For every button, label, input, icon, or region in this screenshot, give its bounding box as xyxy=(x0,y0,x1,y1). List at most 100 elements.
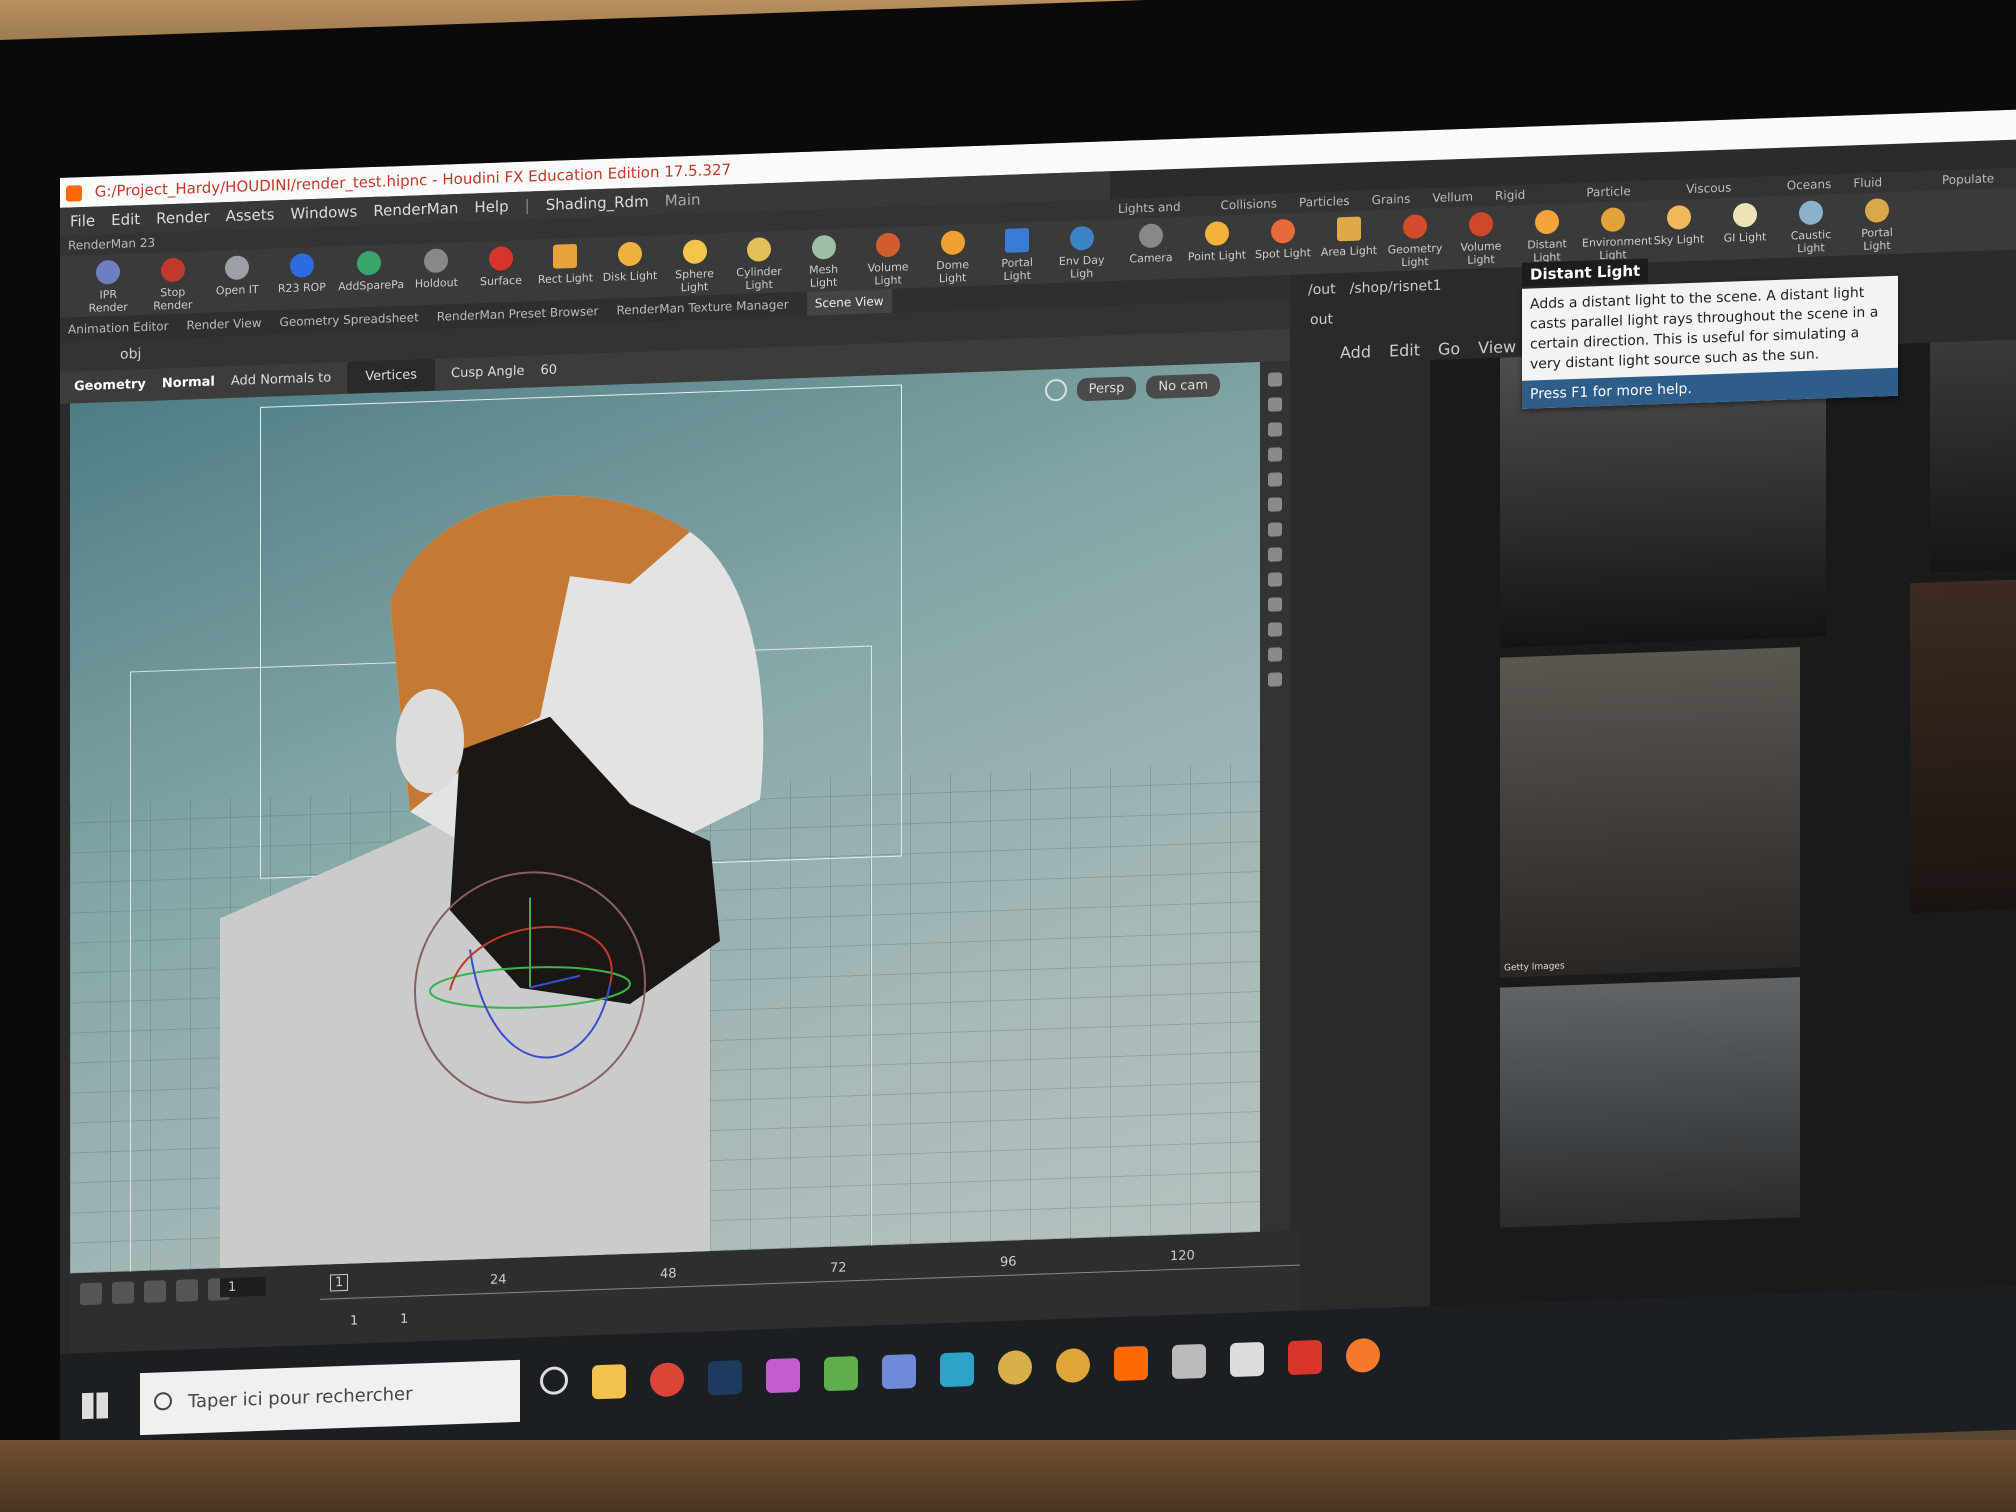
tab-animation-editor[interactable]: Animation Editor xyxy=(68,314,169,342)
normals-icon[interactable] xyxy=(1268,547,1282,562)
menu-windows[interactable]: Windows xyxy=(290,198,357,228)
range-start-field-2[interactable]: 1 xyxy=(400,1312,408,1327)
substance-s-icon[interactable] xyxy=(1288,1339,1322,1376)
frame-marker[interactable]: 1 xyxy=(330,1273,349,1292)
mari-icon[interactable] xyxy=(940,1351,974,1388)
network-go-menu[interactable]: Go xyxy=(1438,339,1460,359)
mesh-light-button[interactable]: Mesh Light xyxy=(795,228,852,292)
camera-icon[interactable] xyxy=(1268,472,1282,487)
menu-render[interactable]: Render xyxy=(156,203,209,233)
geometry-light-button[interactable]: Geometry Light xyxy=(1384,208,1446,272)
path-obj[interactable]: obj xyxy=(120,346,141,363)
task-view-icon[interactable] xyxy=(540,1366,568,1396)
file-explorer-icon[interactable] xyxy=(592,1364,626,1400)
shelf-tab-lights[interactable]: Lights and C... xyxy=(1118,196,1199,236)
environment-light-button[interactable]: Environment Light xyxy=(1582,201,1652,265)
open-it-button[interactable]: Open IT xyxy=(209,249,266,313)
play-icon[interactable] xyxy=(176,1279,198,1302)
context-select[interactable]: Main xyxy=(665,186,701,215)
photoshop-icon[interactable] xyxy=(708,1360,742,1396)
holdout-button[interactable]: Holdout xyxy=(408,242,465,306)
menu-file[interactable]: File xyxy=(70,207,95,236)
step-back-icon[interactable] xyxy=(112,1281,134,1305)
scene-viewport[interactable]: Persp No cam xyxy=(70,361,1260,1274)
shelf-tab-grains[interactable]: Grains xyxy=(1372,189,1411,210)
shelf-tab-viscous-fluids[interactable]: Viscous Fluids xyxy=(1686,176,1765,217)
volume-light-button-2[interactable]: Volume Light xyxy=(1450,205,1512,269)
tab-render-view[interactable]: Render View xyxy=(187,311,262,338)
surface-button[interactable]: Surface xyxy=(473,240,530,304)
shelf-tab-oceans[interactable]: Oceans xyxy=(1787,174,1832,196)
shelf-tab-rigid-bodies[interactable]: Rigid Bodies xyxy=(1495,183,1564,223)
no-cam-menu[interactable]: No cam xyxy=(1146,373,1220,399)
tab-scene-view[interactable]: Scene View xyxy=(806,288,892,316)
grid-icon[interactable] xyxy=(1268,672,1282,687)
env-day-light-button[interactable]: Env Day Ligh xyxy=(1053,219,1110,283)
notes-icon[interactable] xyxy=(824,1356,858,1392)
tab-shop-risnet[interactable]: /shop/risnet1 xyxy=(1350,278,1442,297)
rect-light-button[interactable]: Rect Light xyxy=(537,237,594,301)
timeline-scale[interactable] xyxy=(320,1260,1420,1300)
discord-icon[interactable] xyxy=(882,1354,916,1390)
network-add-menu[interactable]: Add xyxy=(1340,342,1371,362)
point-light-button[interactable]: Point Light xyxy=(1186,214,1248,278)
view-icon[interactable] xyxy=(1268,497,1282,512)
menu-renderman[interactable]: RenderMan xyxy=(373,194,458,225)
portal-light-button[interactable]: Portal Light xyxy=(989,221,1046,285)
shading-icon[interactable] xyxy=(1268,597,1282,612)
wacom-icon[interactable] xyxy=(1230,1341,1264,1378)
lock-camera-icon[interactable] xyxy=(1044,378,1067,402)
shelf-tab-fluid-containers[interactable]: Fluid Contai xyxy=(1853,171,1920,210)
windows-start-icon[interactable] xyxy=(82,1392,108,1420)
add-normals-menu[interactable]: Vertices xyxy=(347,358,436,394)
shelf-tab-populate[interactable]: Populate Con xyxy=(1942,168,2016,207)
sky-light-button[interactable]: Sky Light xyxy=(1648,198,1710,262)
ipr-render-button[interactable]: IPR Render xyxy=(80,253,137,317)
lock-icon[interactable] xyxy=(1268,397,1282,412)
persp-menu[interactable]: Persp xyxy=(1076,376,1137,402)
taskbar-search-box[interactable]: Taper ici pour rechercher xyxy=(140,1359,520,1436)
wireframe-icon[interactable] xyxy=(1268,572,1282,587)
blender-icon[interactable] xyxy=(1346,1337,1380,1373)
current-frame-field[interactable]: 1 xyxy=(220,1276,267,1298)
houdini-icon[interactable] xyxy=(1114,1345,1148,1382)
network-path-out[interactable]: out xyxy=(1310,311,1333,328)
camera-button[interactable]: Camera xyxy=(1120,217,1182,281)
stop-render-button[interactable]: Stop Render xyxy=(145,251,202,315)
zbrush-icon[interactable] xyxy=(1172,1343,1206,1380)
sphere-light-button[interactable]: Sphere Light xyxy=(666,233,723,297)
spot-light-button[interactable]: Spot Light xyxy=(1252,212,1314,276)
snap-icon[interactable] xyxy=(1268,422,1282,437)
portal-light-button-2[interactable]: Portal Light xyxy=(1846,191,1908,255)
chrome-icon[interactable] xyxy=(650,1362,684,1398)
caustic-light-button[interactable]: Caustic Light xyxy=(1780,194,1842,258)
desktop-select[interactable]: Shading_Rdm xyxy=(546,187,649,219)
disk-light-button[interactable]: Disk Light xyxy=(602,235,659,299)
context-geometry[interactable]: Geometry xyxy=(74,369,146,404)
menu-help[interactable]: Help xyxy=(474,192,508,221)
distant-light-button[interactable]: Distant Light xyxy=(1516,203,1578,267)
range-start-field[interactable]: 1 xyxy=(350,1313,358,1328)
point-display-icon[interactable] xyxy=(1268,522,1282,537)
gi-light-button[interactable]: GI Light xyxy=(1714,196,1776,260)
jump-start-icon[interactable] xyxy=(80,1282,102,1306)
volume-light-button[interactable]: Volume Light xyxy=(860,226,917,290)
cylinder-light-button[interactable]: Cylinder Light xyxy=(731,231,788,295)
shelf-tab-vellum[interactable]: Vellum xyxy=(1432,187,1473,208)
shelf-tab-particle-fluids[interactable]: Particle Fluids xyxy=(1586,180,1664,220)
display-options-icon[interactable] xyxy=(1268,372,1282,387)
area-light-button[interactable]: Area Light xyxy=(1318,210,1380,274)
stop-icon[interactable] xyxy=(144,1280,166,1303)
shelf-tab-particles[interactable]: Particles xyxy=(1299,191,1350,213)
light-icon[interactable] xyxy=(1268,447,1282,462)
substance-icon[interactable] xyxy=(998,1349,1032,1386)
shelf-tab-collisions[interactable]: Collisions xyxy=(1221,193,1278,215)
menu-assets[interactable]: Assets xyxy=(226,200,275,230)
sun-app-icon[interactable] xyxy=(1056,1347,1090,1384)
r23-rop-button[interactable]: R23 ROP xyxy=(274,246,331,310)
add-spare-parms-button[interactable]: AddSparePa xyxy=(338,244,404,308)
text-display-icon[interactable] xyxy=(1268,622,1282,637)
paint-icon[interactable] xyxy=(766,1358,800,1394)
network-edit-menu[interactable]: Edit xyxy=(1389,340,1420,360)
cusp-angle-field[interactable]: 60 xyxy=(541,355,558,388)
